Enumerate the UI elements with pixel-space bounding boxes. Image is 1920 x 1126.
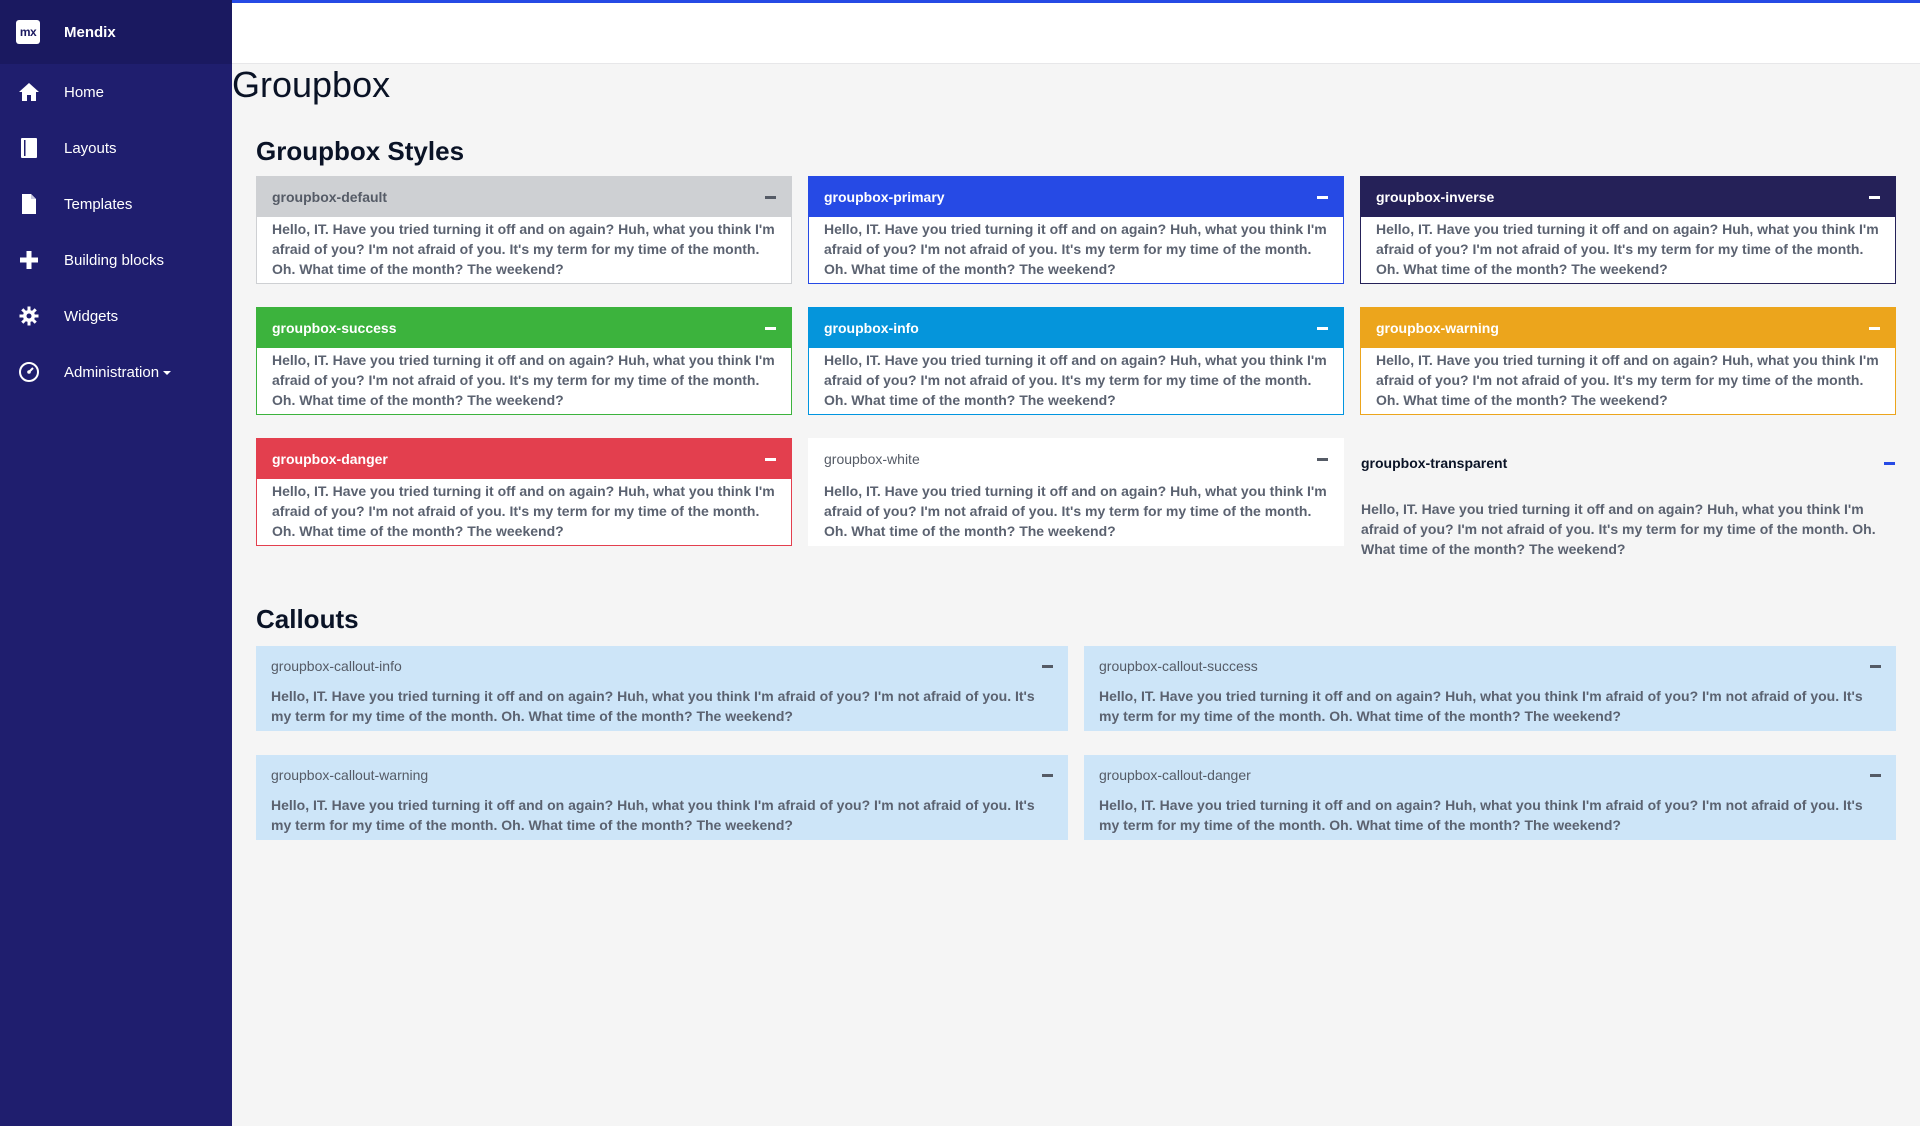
sidebar-item-label: Administration [64, 364, 172, 381]
book-icon [17, 136, 41, 160]
groupbox-title: groupbox-success [272, 320, 397, 336]
sidebar-item-widgets[interactable]: Widgets [0, 288, 232, 344]
groupbox-inverse: groupbox-inverse Hello, IT. Have you tri… [1360, 176, 1896, 284]
groupbox-body: Hello, IT. Have you tried turning it off… [1361, 501, 1876, 557]
sidebar-item-label: Home [64, 83, 105, 101]
groupbox-warning: groupbox-warning Hello, IT. Have you tri… [1360, 307, 1896, 415]
groupbox-success: groupbox-success Hello, IT. Have you tri… [256, 307, 792, 415]
brand[interactable]: mx Mendix [0, 0, 232, 64]
groupbox-danger: groupbox-danger Hello, IT. Have you trie… [256, 438, 792, 546]
page-title: Groupbox [232, 64, 391, 105]
sidebar-item-administration[interactable]: Administration [0, 344, 232, 400]
groupbox-header[interactable]: groupbox-warning [1361, 308, 1895, 348]
groupbox-body: Hello, IT. Have you tried turning it off… [272, 483, 775, 539]
callout-body: Hello, IT. Have you tried turning it off… [1099, 688, 1863, 724]
home-icon [17, 80, 41, 104]
top-bar [232, 0, 1920, 64]
sidebar-item-building-blocks[interactable]: Building blocks [0, 232, 232, 288]
groupbox-title: groupbox-default [272, 189, 388, 205]
plus-icon [17, 248, 41, 272]
callout-header[interactable]: groupbox-callout-success [1084, 646, 1896, 686]
groupbox-header[interactable]: groupbox-primary [809, 177, 1343, 217]
sidebar-item-templates[interactable]: Templates [0, 176, 232, 232]
groupbox-body: Hello, IT. Have you tried turning it off… [1376, 221, 1879, 277]
groupbox-callout-success: groupbox-callout-success Hello, IT. Have… [1084, 646, 1896, 731]
groupbox-callout-danger: groupbox-callout-danger Hello, IT. Have … [1084, 755, 1896, 840]
sidebar-item-label: Layouts [64, 139, 117, 157]
groupbox-title: groupbox-white [824, 451, 920, 467]
file-icon [17, 192, 41, 216]
collapse-icon[interactable] [765, 326, 776, 330]
collapse-icon[interactable] [1317, 195, 1328, 199]
groupbox-header[interactable]: groupbox-info [809, 308, 1343, 348]
callout-body: Hello, IT. Have you tried turning it off… [271, 688, 1035, 724]
callout-body: Hello, IT. Have you tried turning it off… [271, 797, 1035, 833]
collapse-icon[interactable] [1042, 664, 1053, 668]
collapse-icon[interactable] [1870, 664, 1881, 668]
groupbox-header[interactable]: groupbox-success [257, 308, 791, 348]
brand-name: Mendix [64, 23, 116, 41]
groupbox-primary: groupbox-primary Hello, IT. Have you tri… [808, 176, 1344, 284]
groupbox-callout-warning: groupbox-callout-warning Hello, IT. Have… [256, 755, 1068, 840]
groupbox-body: Hello, IT. Have you tried turning it off… [272, 221, 775, 277]
sidebar-item-label: Building blocks [64, 251, 165, 269]
groupbox-header[interactable]: groupbox-white [809, 439, 1343, 479]
section-title-callouts: Callouts [256, 604, 359, 634]
collapse-icon[interactable] [1870, 773, 1881, 777]
callout-body: Hello, IT. Have you tried turning it off… [1099, 797, 1863, 833]
callout-header[interactable]: groupbox-callout-info [256, 646, 1068, 686]
groupbox-body: Hello, IT. Have you tried turning it off… [1376, 352, 1879, 408]
sidebar-item-home[interactable]: Home [0, 64, 232, 120]
groupbox-body: Hello, IT. Have you tried turning it off… [272, 352, 775, 408]
gear-icon [17, 304, 41, 328]
groupbox-title: groupbox-inverse [1376, 189, 1495, 205]
sidebar: mx Mendix Home Layouts Templates Buildin… [0, 0, 232, 1126]
groupbox-callout-info: groupbox-callout-info Hello, IT. Have yo… [256, 646, 1068, 731]
groupbox-info: groupbox-info Hello, IT. Have you tried … [808, 307, 1344, 415]
groupbox-title: groupbox-warning [1376, 320, 1499, 336]
groupbox-transparent: groupbox-transparent Hello, IT. Have you… [1360, 438, 1896, 560]
callout-title: groupbox-callout-success [1099, 658, 1258, 674]
collapse-icon[interactable] [1042, 773, 1053, 777]
groupbox-white: groupbox-white Hello, IT. Have you tried… [808, 438, 1344, 546]
groupbox-title: groupbox-primary [824, 189, 945, 205]
collapse-icon[interactable] [765, 457, 776, 461]
callout-header[interactable]: groupbox-callout-danger [1084, 755, 1896, 795]
collapse-icon[interactable] [1869, 195, 1880, 199]
groupbox-title: groupbox-info [824, 320, 919, 336]
groupbox-header[interactable]: groupbox-inverse [1361, 177, 1895, 217]
collapse-icon[interactable] [765, 195, 776, 199]
callout-title: groupbox-callout-info [271, 658, 402, 674]
groupbox-header[interactable]: groupbox-transparent [1361, 439, 1895, 487]
groupbox-title: groupbox-transparent [1361, 455, 1508, 471]
caret-down-icon [163, 370, 172, 375]
groupbox-title: groupbox-danger [272, 451, 388, 467]
groupbox-body: Hello, IT. Have you tried turning it off… [824, 352, 1327, 408]
dashboard-icon [17, 360, 41, 384]
mendix-logo-icon: mx [16, 20, 40, 44]
callout-title: groupbox-callout-danger [1099, 767, 1251, 783]
collapse-icon[interactable] [1317, 457, 1328, 461]
sidebar-item-layouts[interactable]: Layouts [0, 120, 232, 176]
sidebar-item-label: Widgets [64, 307, 119, 325]
callout-header[interactable]: groupbox-callout-warning [256, 755, 1068, 795]
collapse-icon[interactable] [1317, 326, 1328, 330]
groupbox-body: Hello, IT. Have you tried turning it off… [824, 221, 1327, 277]
collapse-icon[interactable] [1884, 461, 1895, 465]
callout-title: groupbox-callout-warning [271, 767, 429, 783]
collapse-icon[interactable] [1869, 326, 1880, 330]
groupbox-default: groupbox-default Hello, IT. Have you tri… [256, 176, 792, 284]
section-title-groupbox-styles: Groupbox Styles [256, 136, 465, 166]
sidebar-item-label: Templates [64, 195, 133, 213]
groupbox-header[interactable]: groupbox-danger [257, 439, 791, 479]
groupbox-header[interactable]: groupbox-default [257, 177, 791, 217]
groupbox-body: Hello, IT. Have you tried turning it off… [824, 483, 1327, 539]
